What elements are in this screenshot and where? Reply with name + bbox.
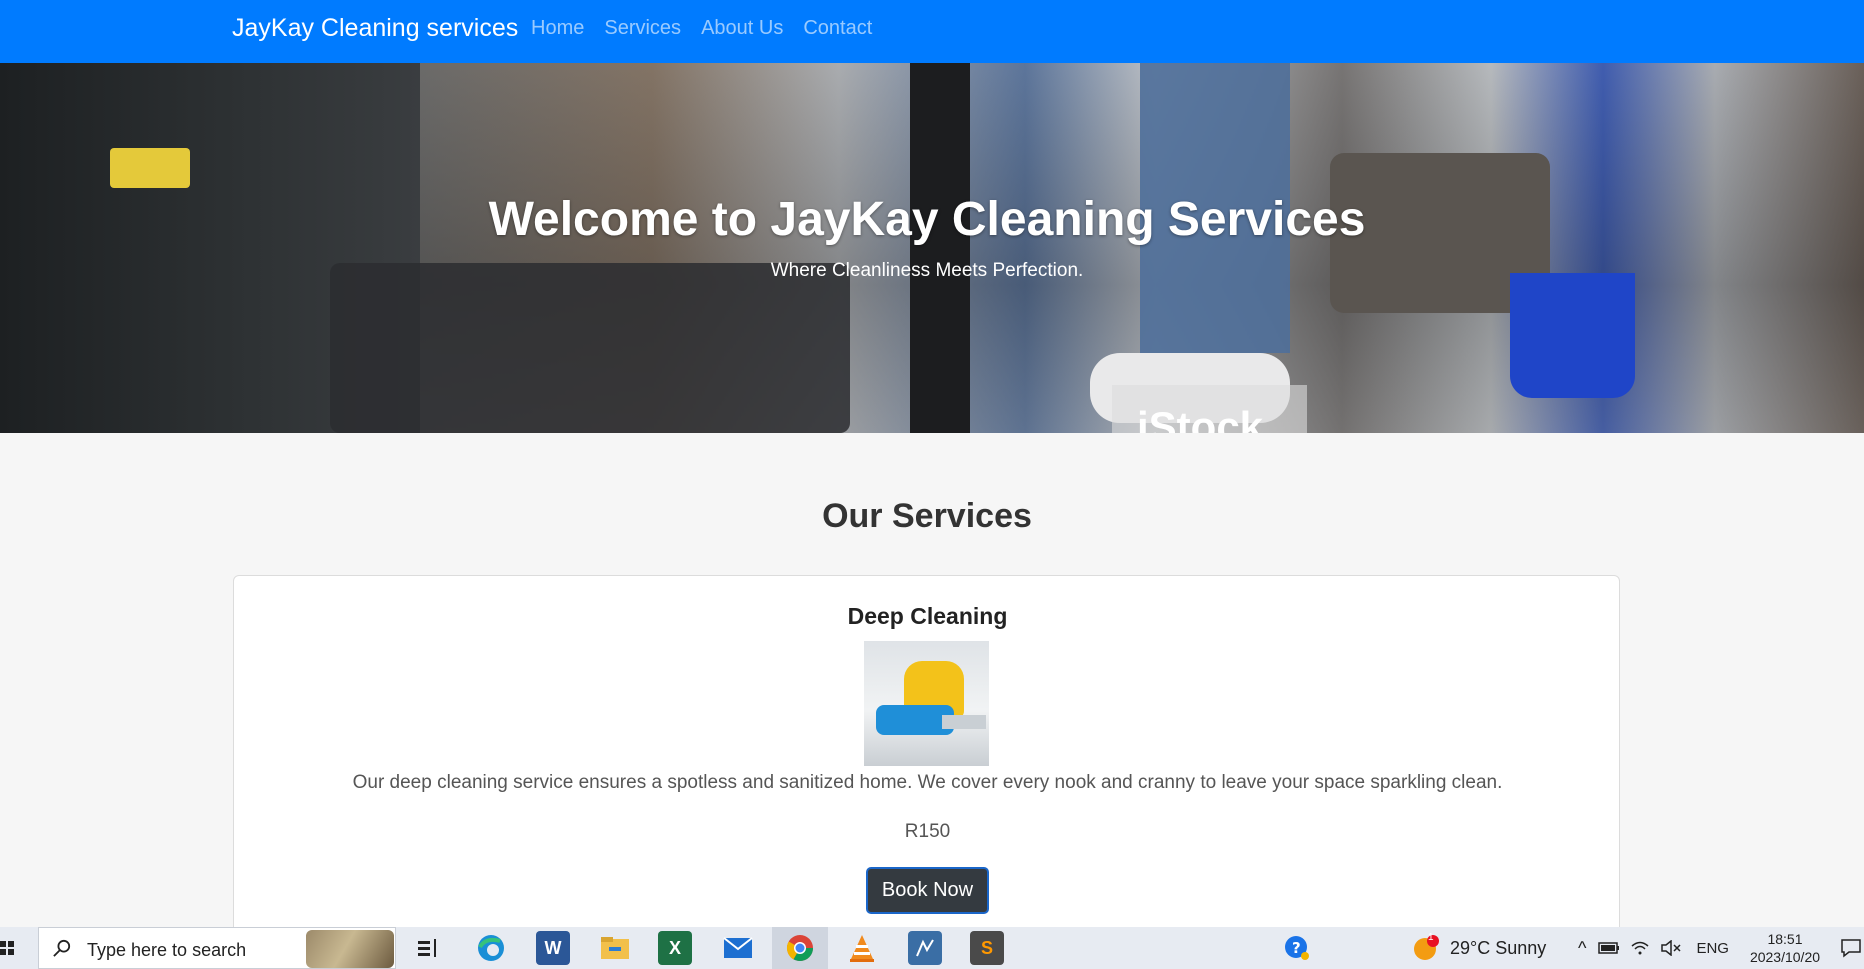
sun-icon bbox=[1414, 935, 1439, 960]
hero-subtitle: Where Cleanliness Meets Perfection. bbox=[770, 260, 1084, 281]
hero-vacuum-pipe bbox=[910, 63, 970, 433]
notification-icon[interactable] bbox=[1840, 938, 1862, 958]
clock-time: 18:51 bbox=[1767, 931, 1803, 947]
navbar: JayKay Cleaning services Home Services A… bbox=[0, 0, 1864, 63]
search-placeholder: Type here to search bbox=[87, 940, 247, 960]
taskbar-clock[interactable]: 18:51 2023/10/20 bbox=[1740, 930, 1830, 966]
svg-text:?: ? bbox=[1292, 939, 1301, 957]
nav-link-contact[interactable]: Contact bbox=[803, 17, 872, 40]
weather-widget[interactable]: 1 29°C Sunny bbox=[1412, 927, 1546, 969]
chrome-icon[interactable] bbox=[783, 931, 817, 965]
hero-banner: iStock Welcome to JayKay Cleaning Servic… bbox=[0, 63, 1864, 433]
vlc-icon[interactable] bbox=[845, 931, 879, 965]
file-explorer-icon[interactable] bbox=[598, 931, 632, 965]
windows-start-icon[interactable] bbox=[0, 927, 30, 969]
chevron-up-icon[interactable]: ^ bbox=[1578, 938, 1586, 959]
volume-muted-icon[interactable] bbox=[1660, 940, 1682, 956]
weather-badge: 1 bbox=[1428, 932, 1434, 943]
task-view-icon[interactable] bbox=[412, 931, 446, 965]
services-heading: Our Services bbox=[822, 497, 1032, 535]
service-card-price: R150 bbox=[904, 821, 951, 842]
service-card-description: Our deep cleaning service ensures a spot… bbox=[352, 772, 1503, 793]
language-indicator[interactable]: ENG bbox=[1696, 940, 1729, 957]
image-label bbox=[942, 715, 986, 729]
mail-icon[interactable] bbox=[721, 931, 755, 965]
service-card-deep-cleaning: Deep Cleaning Our deep cleaning service … bbox=[233, 575, 1620, 969]
hero-watermark: iStock bbox=[1112, 385, 1307, 433]
word-icon[interactable]: W bbox=[536, 931, 570, 965]
taskbar-search[interactable]: Type here to search bbox=[38, 927, 396, 969]
help-icon[interactable]: ? bbox=[1280, 931, 1314, 965]
system-tray: ^ ENG bbox=[1578, 927, 1729, 969]
search-highlight-image bbox=[306, 930, 394, 968]
hero-vacuum-base bbox=[330, 263, 850, 433]
weather-text: 29°C Sunny bbox=[1450, 937, 1547, 958]
nav-links: Home Services About Us Contact bbox=[531, 17, 872, 40]
sublime-text-icon[interactable]: S bbox=[970, 931, 1004, 965]
service-card-title: Deep Cleaning bbox=[847, 603, 1008, 629]
hero-title: Welcome to JayKay Cleaning Services bbox=[488, 193, 1366, 246]
wifi-icon[interactable] bbox=[1630, 940, 1650, 956]
battery-icon[interactable] bbox=[1598, 941, 1620, 955]
brand-link[interactable]: JayKay Cleaning services bbox=[232, 14, 518, 43]
hero-vacuum-handle bbox=[110, 148, 190, 188]
windows-taskbar: Type here to search W X S ? 1 29°C Sunny… bbox=[0, 927, 1864, 969]
service-card-image bbox=[864, 641, 989, 766]
nav-link-home[interactable]: Home bbox=[531, 17, 584, 40]
hero-bucket bbox=[1510, 273, 1635, 398]
nav-link-services[interactable]: Services bbox=[604, 17, 681, 40]
excel-icon[interactable]: X bbox=[658, 931, 692, 965]
nav-link-about[interactable]: About Us bbox=[701, 17, 783, 40]
app-blue-icon[interactable] bbox=[908, 931, 942, 965]
book-now-button[interactable]: Book Now bbox=[866, 867, 989, 914]
search-icon bbox=[53, 939, 71, 957]
clock-date: 2023/10/20 bbox=[1749, 949, 1821, 965]
edge-icon[interactable] bbox=[474, 931, 508, 965]
